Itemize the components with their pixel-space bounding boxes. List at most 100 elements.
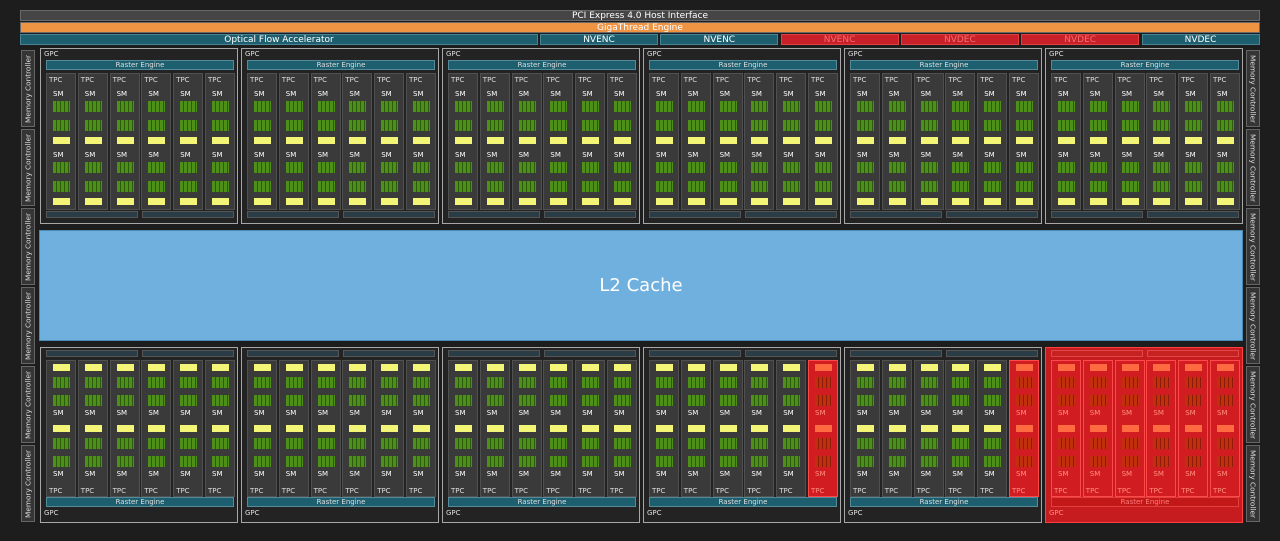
sm-cache-bar [1185,425,1203,432]
tpc-block: TPC SM SM [1051,360,1081,497]
sm-cache-bar [349,425,367,432]
sm-cache-bar [518,425,536,432]
sm-core-array [888,162,906,173]
sm-cache-bar [1217,198,1234,205]
tpc-label: TPC [208,76,222,84]
sm-core-array [920,120,938,131]
sm-core-array [455,120,472,131]
sm-label: SM [116,470,128,478]
tpc-block: TPC SM SM [850,73,880,210]
sm-core-array [148,456,166,467]
sm-label: SM [116,409,128,417]
raster-engine: Raster Engine [850,497,1038,507]
tpc-block: TPC SM SM [649,360,679,497]
sm-cache-bar [212,198,229,205]
tpc-label: TPC [1149,76,1163,84]
sm-core-array [180,101,198,112]
tpc-block: TPC SM SM [977,73,1008,210]
sm-core-array [317,377,335,388]
sm-label: SM [656,409,667,417]
sm-core-array [1153,395,1171,406]
gpc-divider-bar [1051,350,1143,357]
memory-controller-left: Memory Controller [21,208,35,285]
sm-cache-bar [413,364,430,371]
sm-core-array [550,101,568,112]
sm-core-array [381,438,399,449]
sm-core-array [719,101,737,112]
tpc-label: TPC [80,76,95,84]
sm-core-array [381,120,399,131]
tpc-block: TPC SM SM [374,73,405,210]
sm-core-array [1185,101,1203,112]
tpc-block: TPC SM SM [543,73,574,210]
sm-cache-bar [1185,364,1203,371]
sm-cache-bar [1089,364,1107,371]
sm-label: SM [317,470,329,478]
sm-core-array [719,120,737,131]
sm-label: SM [857,470,868,478]
sm-cache-bar [116,198,134,205]
sm-cache-bar [518,364,536,371]
sm-core-array [614,456,631,467]
gpc-label: GPC [1049,509,1064,517]
sm-core-array [455,438,472,449]
sm-label: SM [857,409,868,417]
sm-label: SM [614,90,625,98]
tpc-label: TPC [546,487,560,495]
sm-core-array [455,456,472,467]
sm-core-array [53,120,70,131]
gpc-label: GPC [446,50,461,58]
sm-core-array [952,120,970,131]
memory-controller-label: Memory Controller [23,291,33,360]
sm-cache-bar [614,198,631,205]
raster-engine: Raster Engine [850,60,1038,70]
sm-core-array [349,162,367,173]
sm-core-array [582,162,600,173]
tpc-block: TPC SM SM [141,360,172,497]
memory-controller-left: Memory Controller [21,287,35,364]
sm-cache-bar [1153,137,1171,144]
sm-core-array [550,456,568,467]
sm-core-array [550,377,568,388]
tpc-block: TPC SM SM [712,360,743,497]
gpc-divider-bar [343,211,435,218]
sm-core-array [116,181,134,192]
sm-cache-bar [1121,198,1139,205]
sm-core-array [952,395,970,406]
sm-core-array [857,456,874,467]
gpc-block: GPC Raster Engine TPC SM SM TPC SM SM TPC SM SM TPC… [844,347,1042,523]
sm-core-array [148,101,166,112]
raster-engine: Raster Engine [46,497,234,507]
gpc-block: GPC Raster Engine TPC SM SM TPC SM SM TPC SM SM TPC… [844,48,1042,224]
sm-label: SM [1153,470,1164,478]
gpc-divider-bar [544,350,636,357]
sm-label: SM [518,409,530,417]
sm-cache-bar [317,364,335,371]
tpc-block: TPC SM SM [607,73,637,210]
tpc-block: TPC SM SM [46,360,76,497]
nvenc-unit: NVENC [780,34,899,45]
sm-label: SM [317,151,329,159]
gpc-label: GPC [848,50,863,58]
sm-cache-bar [888,425,906,432]
sm-cache-bar [486,137,504,144]
sm-label: SM [984,470,995,478]
tpc-label: TPC [652,487,666,495]
sm-core-array [486,120,504,131]
tpc-block: TPC SM SM [1009,360,1039,497]
sm-core-array [920,181,938,192]
sm-core-array [455,395,472,406]
sm-core-array [656,395,673,406]
sm-core-array [920,395,938,406]
sm-cache-bar [317,425,335,432]
sm-core-array [614,438,631,449]
nvdec-unit: NVDEC [900,34,1019,45]
sm-label: SM [783,409,794,417]
sm-cache-bar [550,198,568,205]
sm-cache-bar [116,364,134,371]
tpc-label: TPC [811,487,825,495]
sm-core-array [285,120,303,131]
sm-core-array [783,377,801,388]
sm-core-array [349,120,367,131]
sm-core-array [1121,120,1139,131]
